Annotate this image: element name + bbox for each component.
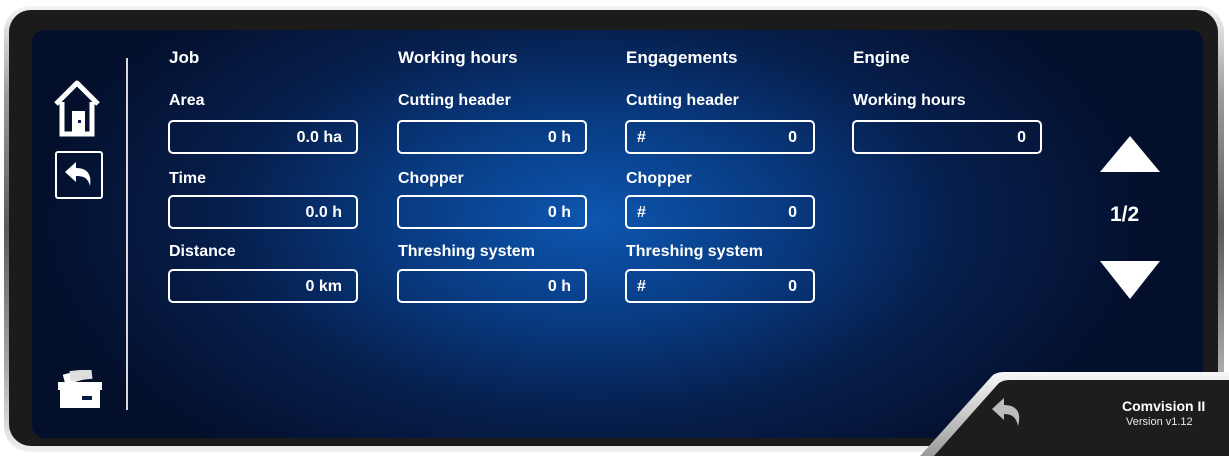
- wh-threshing-label: Threshing system: [398, 243, 535, 260]
- area-value: 0.0 ha: [296, 129, 342, 146]
- time-value: 0.0 h: [305, 204, 342, 221]
- home-button[interactable]: [52, 78, 102, 138]
- printer-icon: [58, 368, 102, 408]
- wh-chopper-field: 0 h: [397, 195, 587, 229]
- distance-label: Distance: [169, 243, 236, 260]
- sidebar-divider: [126, 58, 128, 410]
- eng-cutting-header-value: 0: [788, 129, 797, 146]
- column-header-job: Job: [169, 48, 200, 67]
- engine-hours-field: 0: [852, 120, 1042, 154]
- area-field: 0.0 ha: [168, 120, 358, 154]
- page-down-icon[interactable]: [1100, 261, 1160, 299]
- wh-threshing-field: 0 h: [397, 269, 587, 303]
- undo-button[interactable]: [55, 151, 103, 199]
- eng-chopper-prefix: #: [637, 204, 646, 221]
- eng-threshing-prefix: #: [637, 278, 646, 295]
- column-header-working-hours: Working hours: [398, 48, 518, 67]
- wh-cutting-header-field: 0 h: [397, 120, 587, 154]
- eng-chopper-field: # 0: [625, 195, 815, 229]
- distance-field: 0 km: [168, 269, 358, 303]
- printer-button[interactable]: [54, 368, 106, 410]
- eng-cutting-header-prefix: #: [637, 129, 646, 146]
- column-header-engagements: Engagements: [626, 48, 738, 67]
- undo-icon: [65, 162, 91, 186]
- eng-chopper-value: 0: [788, 204, 797, 221]
- version-label: Version v1.12: [1126, 416, 1193, 428]
- engine-hours-value: 0: [1017, 129, 1026, 146]
- eng-threshing-label: Threshing system: [626, 243, 763, 260]
- time-label: Time: [169, 170, 207, 187]
- brand-name: Comvision II: [1122, 398, 1206, 414]
- wh-cutting-header-value: 0 h: [547, 129, 571, 146]
- wh-chopper-value: 0 h: [547, 204, 571, 221]
- eng-threshing-value: 0: [788, 278, 797, 295]
- wh-chopper-label: Chopper: [398, 170, 464, 187]
- engine-hours-label: Working hours: [853, 92, 966, 109]
- wh-threshing-value: 0 h: [547, 278, 571, 295]
- area-label: Area: [169, 92, 205, 109]
- time-field: 0.0 h: [168, 195, 358, 229]
- column-header-engine: Engine: [853, 48, 910, 67]
- wh-cutting-header-label: Cutting header: [398, 92, 511, 109]
- page-indicator: 1/2: [1110, 203, 1140, 226]
- eng-threshing-field: # 0: [625, 269, 815, 303]
- page-up-icon[interactable]: [1100, 136, 1160, 172]
- back-arrow-icon: [992, 398, 1020, 426]
- distance-value: 0 km: [305, 278, 342, 295]
- eng-chopper-label: Chopper: [626, 170, 692, 187]
- eng-cutting-header-field: # 0: [625, 120, 815, 154]
- home-icon: [54, 80, 100, 137]
- eng-cutting-header-label: Cutting header: [626, 92, 739, 109]
- back-button[interactable]: [985, 393, 1029, 433]
